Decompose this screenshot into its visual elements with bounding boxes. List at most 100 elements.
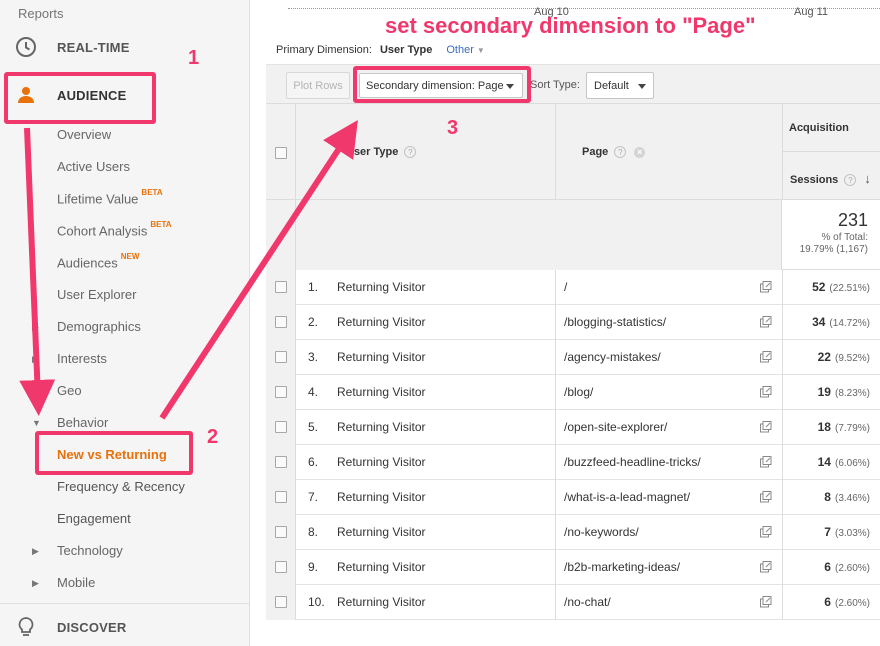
nav-realtime[interactable]: REAL-TIME <box>14 34 130 60</box>
clock-icon <box>14 35 38 59</box>
external-link-icon[interactable] <box>760 385 772 398</box>
sidebar-item-interests[interactable]: Interests <box>57 351 107 366</box>
row-page[interactable]: /blogging-statistics/ <box>564 315 666 329</box>
sidebar-item-technology[interactable]: Technology <box>57 543 123 558</box>
chart-axis: Aug 10 Aug 11 <box>288 6 880 18</box>
table-row: 8. Returning Visitor/no-keywords/7 (3.03%) <box>266 515 880 550</box>
external-link-icon[interactable] <box>760 280 772 293</box>
row-page[interactable]: / <box>564 280 567 294</box>
annotation-box-secondary-dimension <box>353 66 531 103</box>
select-all-checkbox[interactable] <box>275 147 287 159</box>
row-index: 10. <box>308 595 325 609</box>
row-checkbox[interactable] <box>275 316 287 328</box>
row-sessions: 34 (14.72%) <box>812 315 870 329</box>
row-index: 9. <box>308 560 319 574</box>
expand-triangle-icon[interactable]: ▶ <box>32 354 39 365</box>
row-checkbox[interactable] <box>275 281 287 293</box>
row-checkbox[interactable] <box>275 456 287 468</box>
other-dimension-dropdown[interactable]: Other ▼ <box>446 44 485 56</box>
row-user-type: Returning Visitor <box>337 490 426 504</box>
external-link-icon[interactable] <box>760 560 772 573</box>
row-index: 5. <box>308 420 319 434</box>
table-row: 9. Returning Visitor/b2b-marketing-ideas/… <box>266 550 880 585</box>
header-user-type[interactable]: User Type? <box>296 104 556 200</box>
sidebar-item-cohort-analysis[interactable]: Cohort Analysis BETA <box>57 220 172 238</box>
row-checkbox[interactable] <box>275 561 287 573</box>
nav-discover-label: DISCOVER <box>57 619 127 635</box>
row-sessions: 18 (7.79%) <box>817 420 870 434</box>
row-checkbox[interactable] <box>275 526 287 538</box>
beta-badge: BETA <box>141 188 163 197</box>
remove-dimension-icon[interactable]: × <box>634 146 646 158</box>
table-row: 2. Returning Visitor/blogging-statistics/… <box>266 305 880 340</box>
sort-type-dropdown[interactable]: Default <box>586 72 654 99</box>
row-user-type: Returning Visitor <box>337 385 426 399</box>
sidebar-item-audiences[interactable]: Audiences NEW <box>57 252 139 270</box>
sidebar-item-engagement[interactable]: Engagement <box>57 511 131 526</box>
sidebar-divider <box>0 603 250 604</box>
external-link-icon[interactable] <box>760 350 772 363</box>
annotation-box-new-vs-returning <box>35 431 193 475</box>
row-page[interactable]: /open-site-explorer/ <box>564 420 667 434</box>
header-sessions[interactable]: Sessions? ↓ <box>783 152 880 200</box>
expand-triangle-icon[interactable]: ▶ <box>32 386 39 397</box>
row-checkbox[interactable] <box>275 351 287 363</box>
external-link-icon[interactable] <box>760 455 772 468</box>
row-page[interactable]: /no-keywords/ <box>564 525 639 539</box>
annotation-title: set secondary dimension to "Page" <box>385 13 756 38</box>
sidebar-item-lifetime-value[interactable]: Lifetime Value BETA <box>57 188 163 206</box>
data-table: User Type? Page? × Acquisition Sessions? ↓… <box>266 104 880 646</box>
expand-triangle-icon[interactable]: ▶ <box>32 578 39 589</box>
expand-triangle-icon[interactable]: ▶ <box>32 322 39 333</box>
external-link-icon[interactable] <box>760 525 772 538</box>
total-sessions: 231 <box>837 210 868 230</box>
row-sessions: 6 (2.60%) <box>824 560 870 574</box>
reports-heading: Reports <box>18 6 64 21</box>
header-page[interactable]: Page? × <box>556 104 783 200</box>
external-link-icon[interactable] <box>760 490 772 503</box>
help-icon[interactable]: ? <box>404 146 417 159</box>
plot-rows-button[interactable]: Plot Rows <box>286 72 350 99</box>
chevron-down-icon <box>638 84 646 89</box>
sidebar-item-frequency-recency[interactable]: Frequency & Recency <box>57 479 185 494</box>
row-sessions: 7 (3.03%) <box>824 525 870 539</box>
row-sessions: 14 (6.06%) <box>817 455 870 469</box>
header-acquisition-group: Acquisition <box>783 104 880 152</box>
row-index: 3. <box>308 350 319 364</box>
row-user-type: Returning Visitor <box>337 525 426 539</box>
lightbulb-icon <box>14 615 38 639</box>
expand-triangle-icon[interactable]: ▶ <box>32 546 39 557</box>
row-page[interactable]: /blog/ <box>564 385 593 399</box>
external-link-icon[interactable] <box>760 420 772 433</box>
row-user-type: Returning Visitor <box>337 350 426 364</box>
row-checkbox[interactable] <box>275 386 287 398</box>
row-checkbox[interactable] <box>275 491 287 503</box>
collapse-triangle-icon[interactable]: ▼ <box>32 418 41 428</box>
row-index: 8. <box>308 525 319 539</box>
row-page[interactable]: /b2b-marketing-ideas/ <box>564 560 680 574</box>
sidebar-item-demographics[interactable]: Demographics <box>57 319 141 334</box>
sidebar-item-mobile[interactable]: Mobile <box>57 575 95 590</box>
row-sessions: 22 (9.52%) <box>817 350 870 364</box>
table-row: 10. Returning Visitor/no-chat/6 (2.60%) <box>266 585 880 620</box>
sidebar-item-user-explorer[interactable]: User Explorer <box>57 287 136 302</box>
row-checkbox[interactable] <box>275 421 287 433</box>
sidebar-item-active-users[interactable]: Active Users <box>57 159 130 174</box>
sidebar-item-overview[interactable]: Overview <box>57 127 111 142</box>
sidebar-item-behavior[interactable]: Behavior <box>57 415 108 430</box>
help-icon[interactable]: ? <box>844 174 857 187</box>
sidebar-item-geo[interactable]: Geo <box>57 383 82 398</box>
row-user-type: Returning Visitor <box>337 560 426 574</box>
external-link-icon[interactable] <box>760 315 772 328</box>
row-page[interactable]: /what-is-a-lead-magnet/ <box>564 490 690 504</box>
row-page[interactable]: /buzzfeed-headline-tricks/ <box>564 455 701 469</box>
help-icon[interactable]: ? <box>614 146 627 159</box>
nav-discover[interactable]: DISCOVER <box>14 614 127 640</box>
row-page[interactable]: /no-chat/ <box>564 595 611 609</box>
row-index: 1. <box>308 280 319 294</box>
row-page[interactable]: /agency-mistakes/ <box>564 350 661 364</box>
sort-arrow-down-icon[interactable]: ↓ <box>864 171 871 186</box>
external-link-icon[interactable] <box>760 595 772 608</box>
primary-dimension-value[interactable]: User Type <box>380 44 432 56</box>
row-checkbox[interactable] <box>275 596 287 608</box>
